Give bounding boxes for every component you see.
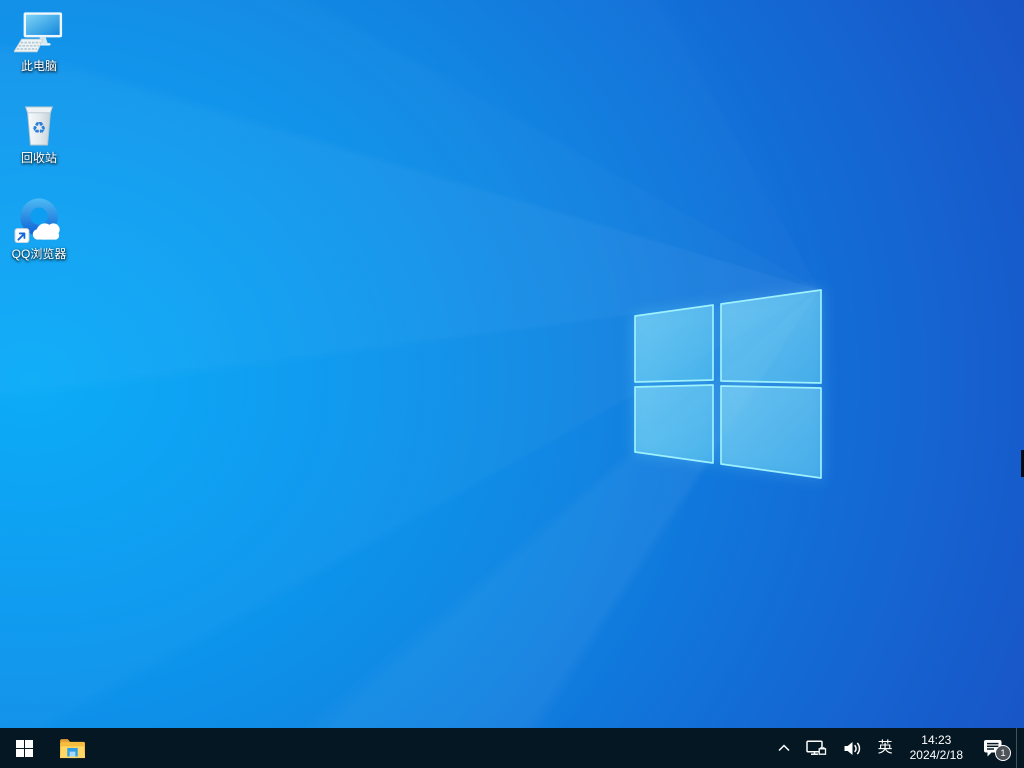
ethernet-network-icon [806,740,827,756]
desktop-icon-label: 回收站 [21,151,57,165]
action-center-button[interactable]: 1 [973,728,1014,768]
windows-start-icon [16,740,33,757]
show-desktop-button[interactable] [1016,728,1022,768]
desktop-background[interactable]: 此电脑 ♻ 回收站 [0,0,1024,728]
system-tray: 英 14:23 2024/2/18 1 [771,728,1024,768]
desktop-icon-this-pc[interactable]: 此电脑 [2,11,76,73]
clock-date: 2024/2/18 [910,748,963,763]
start-button[interactable] [0,728,48,768]
desktop-icon-label: 此电脑 [21,59,57,73]
windows-desktop-screen: 此电脑 ♻ 回收站 [0,0,1024,768]
file-explorer-icon [59,737,86,760]
clock[interactable]: 14:23 2024/2/18 [902,728,971,768]
volume-tray-button[interactable] [836,728,869,768]
windows-wallpaper-logo [634,289,822,480]
recycle-bin-icon: ♻ [20,104,58,148]
desktop-icon-recycle-bin[interactable]: ♻ 回收站 [2,104,76,165]
ime-language-indicator[interactable]: 英 [871,728,900,768]
svg-text:♻: ♻ [32,119,46,138]
this-pc-icon [14,11,64,56]
show-hidden-icons-button[interactable] [771,728,797,768]
network-tray-button[interactable] [799,728,834,768]
chevron-up-icon [778,744,790,752]
desktop-icon-label: QQ浏览器 [12,247,67,261]
notification-count-badge: 1 [995,745,1011,761]
qq-browser-icon [14,196,64,244]
taskbar: 英 14:23 2024/2/18 1 [0,728,1024,768]
desktop-icon-qq-browser[interactable]: QQ浏览器 [2,196,76,261]
clock-time: 14:23 [921,733,951,748]
file-explorer-button[interactable] [48,728,96,768]
shortcut-arrow-overlay [15,229,29,243]
speaker-volume-icon [843,741,862,756]
